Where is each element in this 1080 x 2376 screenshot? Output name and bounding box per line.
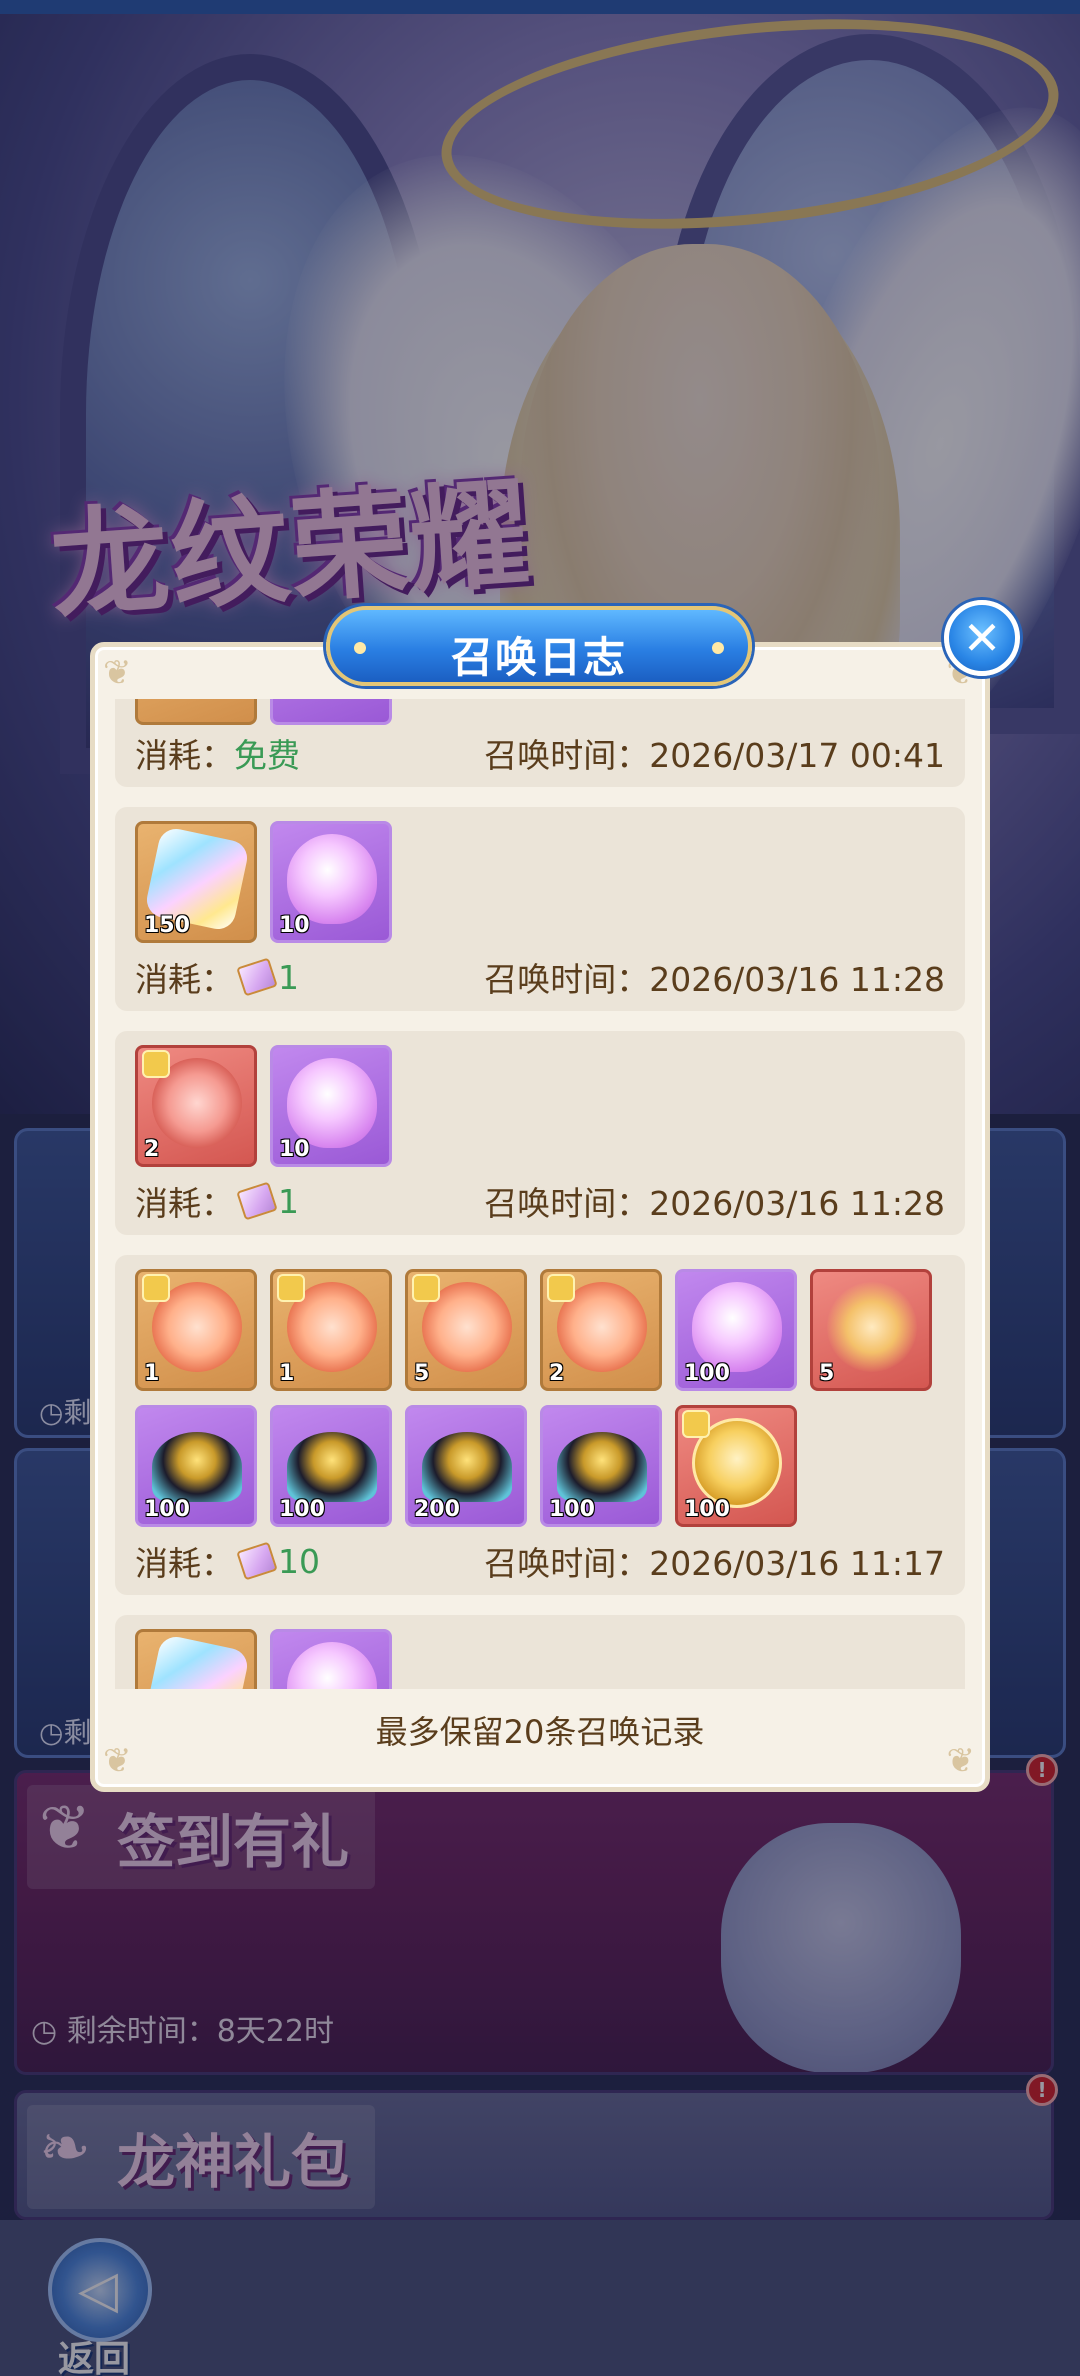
summon-log-entry: 1 1 5 2 100 5 100 100 200 100 100 消耗： 10 召唤时间：2026/03… <box>115 1255 965 1595</box>
dialog-title-banner: 召唤日志 <box>326 606 752 686</box>
ore-icon <box>287 1432 377 1502</box>
puzzle-piece-icon <box>142 1050 170 1078</box>
close-button[interactable]: ✕ <box>944 600 1020 676</box>
retention-note: 最多保留20条召唤记录 <box>375 1713 705 1751</box>
item-quantity: 2 <box>549 1361 565 1386</box>
item-quantity: 100 <box>684 1361 730 1386</box>
cost-label: 消耗： <box>135 1184 234 1223</box>
item-quantity: 10 <box>279 1137 310 1162</box>
summon-meta-row: 消耗： 免费 召唤时间：2026/03/17 00:41 <box>135 729 945 777</box>
puzzle-piece-icon <box>142 1274 170 1302</box>
reward-item[interactable]: 5 <box>810 1269 932 1391</box>
summon-meta-row: 消耗： 10 召唤时间：2026/03/16 11:17 <box>135 1537 945 1585</box>
heart-icon <box>692 1282 782 1372</box>
reward-item[interactable] <box>135 1629 257 1689</box>
cost-value: 1 <box>278 957 299 997</box>
summon-log-entry: 2 10 消耗： 1 召唤时间：2026/03/16 11:28 <box>115 1031 965 1235</box>
cost-label: 消耗： <box>135 736 234 775</box>
item-quantity: 200 <box>414 1497 460 1522</box>
reward-item[interactable] <box>135 699 257 725</box>
summon-log-entry <box>115 1615 965 1689</box>
puzzle-piece-icon <box>412 1274 440 1302</box>
summon-time-label: 召唤时间： <box>484 1544 650 1583</box>
reward-item[interactable]: 100 <box>135 1405 257 1527</box>
puzzle-piece-icon <box>547 1274 575 1302</box>
summon-time-value: 2026/03/17 00:41 <box>649 736 945 775</box>
reward-item[interactable]: 1 <box>270 1269 392 1391</box>
ore-icon <box>557 1432 647 1502</box>
reward-item[interactable]: 150 <box>135 821 257 943</box>
summon-log-scroll-area[interactable]: 消耗： 免费 召唤时间：2026/03/17 00:41 150 10 消耗： 1 召唤时间：… <box>115 699 965 1689</box>
summon-time-value: 2026/03/16 11:28 <box>649 1184 945 1223</box>
summon-log-entry: 消耗： 免费 召唤时间：2026/03/17 00:41 <box>115 699 965 787</box>
item-quantity: 150 <box>144 913 190 938</box>
summon-log-list: 消耗： 免费 召唤时间：2026/03/17 00:41 150 10 消耗： 1 召唤时间：… <box>115 699 965 1689</box>
reward-item[interactable]: 2 <box>135 1045 257 1167</box>
summon-time-label: 召唤时间： <box>484 960 650 999</box>
cost-value: 免费 <box>234 736 300 775</box>
summon-log-dialog: ❦ ❦ ❦ ❦ 消耗： 免费 召唤时间：2026/03/17 00:41 150 10 消… <box>90 642 990 1792</box>
reward-items <box>135 1629 945 1689</box>
reward-items: 2 10 <box>135 1045 945 1167</box>
summon-ticket-icon <box>236 1541 278 1581</box>
cost-label: 消耗： <box>135 960 234 999</box>
puzzle-piece-icon <box>277 1274 305 1302</box>
summon-time-label: 召唤时间： <box>484 1184 650 1223</box>
summon-meta-row: 消耗： 1 召唤时间：2026/03/16 11:28 <box>135 953 945 1001</box>
summon-log-entry: 150 10 消耗： 1 召唤时间：2026/03/16 11:28 <box>115 807 965 1011</box>
item-quantity: 2 <box>144 1137 160 1162</box>
summon-ticket-icon <box>236 1181 278 1221</box>
cost-label: 消耗： <box>135 1544 234 1583</box>
heart-icon <box>287 1642 377 1689</box>
summon-time-value: 2026/03/16 11:17 <box>649 1544 945 1583</box>
reward-item[interactable]: 5 <box>405 1269 527 1391</box>
item-quantity: 100 <box>549 1497 595 1522</box>
close-icon: ✕ <box>962 611 1002 665</box>
item-quantity: 100 <box>279 1497 325 1522</box>
reward-items: 150 10 <box>135 821 945 943</box>
puzzle-piece-icon <box>682 1410 710 1438</box>
crystal-icon <box>143 1633 251 1689</box>
item-quantity: 10 <box>279 913 310 938</box>
item-quantity: 1 <box>144 1361 160 1386</box>
item-quantity: 5 <box>819 1361 835 1386</box>
reward-item[interactable] <box>270 1629 392 1689</box>
item-quantity: 100 <box>684 1497 730 1522</box>
reward-item[interactable]: 10 <box>270 1045 392 1167</box>
cost-value: 1 <box>278 1181 299 1221</box>
cost-value: 10 <box>278 1541 320 1581</box>
heart-icon <box>287 1058 377 1148</box>
reward-item[interactable]: 10 <box>270 821 392 943</box>
dragon-icon <box>827 1282 917 1372</box>
ore-icon <box>422 1432 512 1502</box>
item-quantity: 100 <box>144 1497 190 1522</box>
reward-item[interactable]: 100 <box>675 1405 797 1527</box>
reward-item[interactable]: 100 <box>675 1269 797 1391</box>
summon-meta-row: 消耗： 1 召唤时间：2026/03/16 11:28 <box>135 1177 945 1225</box>
reward-items: 1 1 5 2 100 5 100 100 200 100 100 <box>135 1269 945 1527</box>
reward-item[interactable] <box>270 699 392 725</box>
reward-item[interactable]: 100 <box>540 1405 662 1527</box>
dialog-title: 召唤日志 <box>450 633 627 682</box>
reward-item[interactable]: 200 <box>405 1405 527 1527</box>
ore-icon <box>152 1432 242 1502</box>
ornament-corner-icon: ❦ <box>103 653 132 693</box>
item-quantity: 1 <box>279 1361 295 1386</box>
reward-item[interactable]: 100 <box>270 1405 392 1527</box>
summon-time-label: 召唤时间： <box>484 736 650 775</box>
item-quantity: 5 <box>414 1361 430 1386</box>
heart-icon <box>287 834 377 924</box>
summon-time-value: 2026/03/16 11:28 <box>649 960 945 999</box>
reward-item[interactable]: 1 <box>135 1269 257 1391</box>
summon-ticket-icon <box>236 957 278 997</box>
reward-item[interactable]: 2 <box>540 1269 662 1391</box>
